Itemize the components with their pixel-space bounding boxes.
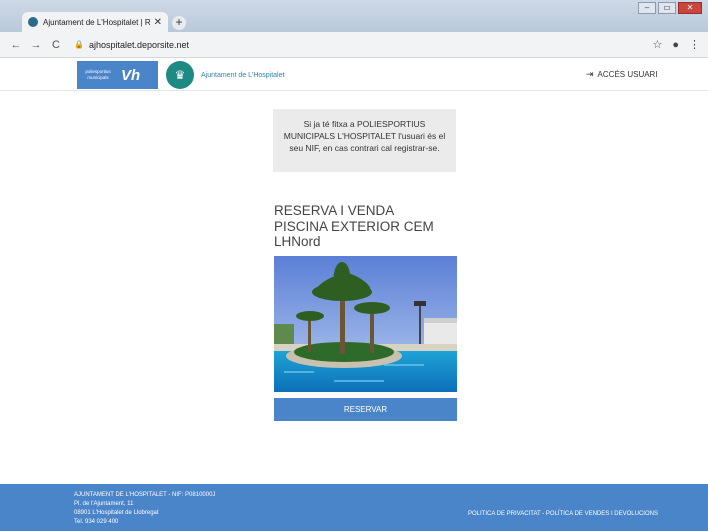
url-text: ajhospitalet.deporsite.net [88, 39, 190, 50]
pool-photo [274, 256, 457, 392]
footer-address: AJUNTAMENT DE L'HOSPITALET - NIF: P08100… [74, 491, 215, 527]
tab-title: Ajuntament de L'Hospitalet | Re: [43, 17, 150, 27]
title-line-1: RESERVA I VENDA [274, 203, 395, 218]
login-label: ACCÉS USUARI [597, 70, 658, 79]
poliesportius-logo[interactable]: poliesportius municipals Vh [77, 61, 158, 89]
footer-line-4: Tel. 934 029 400 [74, 519, 119, 525]
sales-policy-link[interactable]: POLÍTICA DE VENDES I DEVOLUCIONS [546, 511, 658, 517]
tab-close-icon[interactable]: ✕ [154, 17, 162, 28]
login-icon: ⇥ [586, 69, 594, 79]
browser-tab[interactable]: Ajuntament de L'Hospitalet | Re: ✕ [22, 12, 168, 32]
reserve-button[interactable]: RESERVAR [274, 398, 457, 421]
footer-line-1: AJUNTAMENT DE L'HOSPITALET - NIF: P08100… [74, 492, 216, 498]
footer-legal-links: POLITICA DE PRIVACITAT - POLÍTICA DE VEN… [468, 511, 658, 517]
address-bar[interactable]: 🔒 ajhospitalet.deporsite.net [74, 36, 642, 54]
close-window-button[interactable]: ✕ [678, 2, 702, 14]
minimize-button[interactable]: – [638, 2, 656, 14]
browser-titlebar: Ajuntament de L'Hospitalet | Re: ✕ + – ▭… [0, 0, 708, 32]
ps-logo-mark: Vh [121, 66, 141, 84]
new-tab-button[interactable]: + [172, 16, 186, 30]
site-footer: AJUNTAMENT DE L'HOSPITALET - NIF: P08100… [0, 484, 708, 531]
account-icon[interactable]: ● [672, 39, 679, 51]
back-arrow-icon[interactable]: ← [8, 39, 24, 51]
star-icon[interactable]: ☆ [652, 38, 662, 51]
login-link[interactable]: ⇥ ACCÉS USUARI [586, 69, 658, 80]
city-name[interactable]: Ajuntament de L'Hospitalet [201, 72, 284, 79]
title-line-3: LHNord [274, 234, 321, 249]
forward-arrow-icon[interactable]: → [28, 39, 44, 51]
reload-icon[interactable]: C [48, 39, 64, 51]
menu-dots-icon[interactable]: ⋮ [689, 38, 700, 51]
privacy-policy-link[interactable]: POLITICA DE PRIVACITAT [468, 511, 541, 517]
activity-title: RESERVA I VENDA PISCINA EXTERIOR CEM LHN… [274, 203, 464, 250]
window-controls: – ▭ ✕ [636, 2, 702, 14]
lock-icon[interactable]: 🔒 [74, 40, 84, 49]
city-crest-icon[interactable]: ♛ [166, 61, 194, 89]
ps-logo-text: poliesportius municipals [85, 69, 111, 80]
site-header: poliesportius municipals Vh ♛ Ajuntament… [0, 59, 708, 91]
footer-line-3: 08901 L'Hospitalet de Llobregat [74, 510, 159, 516]
favicon-icon [28, 17, 38, 27]
title-line-2: PISCINA EXTERIOR CEM [274, 218, 434, 234]
maximize-button[interactable]: ▭ [658, 2, 676, 14]
footer-line-2: Pl. de l'Ajuntament, 11 [74, 501, 134, 507]
info-box: Si ja té fitxa a POLIESPORTIUS MUNICIPAL… [273, 109, 456, 172]
browser-toolbar: ← → C 🔒 ajhospitalet.deporsite.net ☆ ● ⋮ [0, 32, 708, 58]
